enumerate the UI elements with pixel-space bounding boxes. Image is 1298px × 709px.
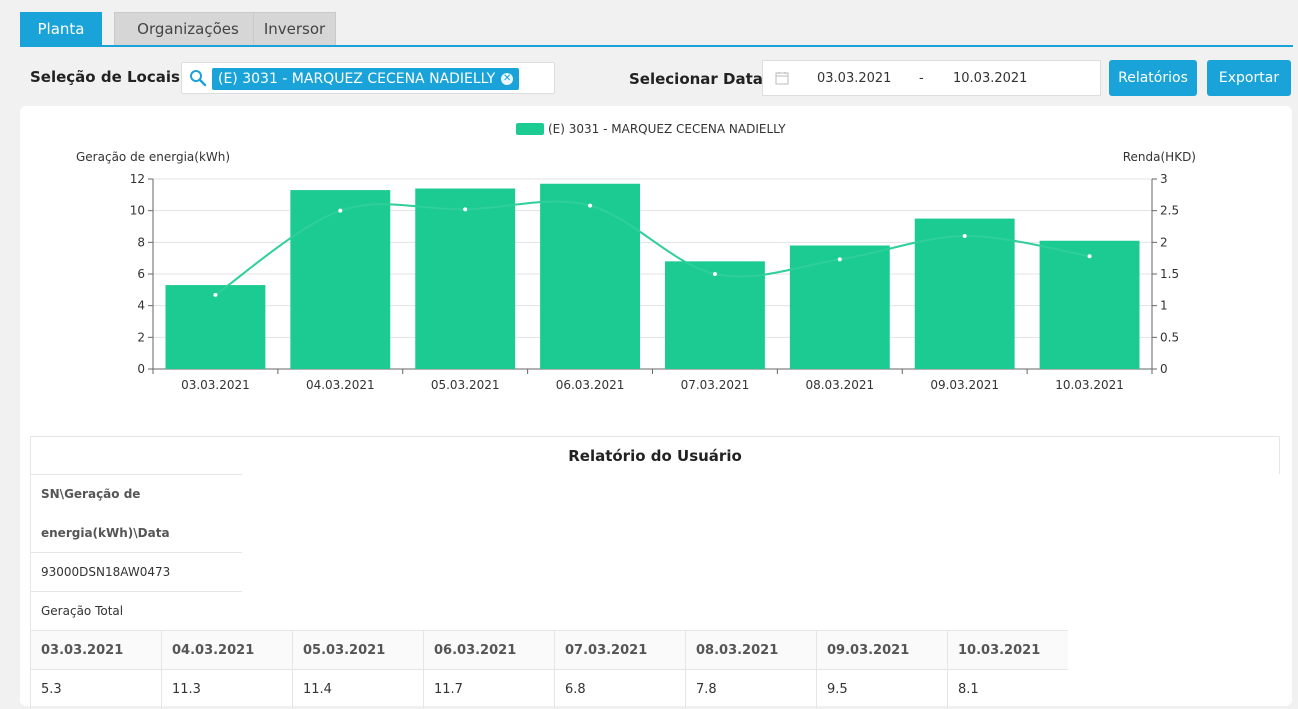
y-axis-right-title: Renda(HKD) — [1123, 150, 1196, 164]
report-date-header: 06.03.2021 — [423, 630, 554, 669]
y-tick-label-right: 0.5 — [1160, 330, 1179, 344]
calendar-icon — [775, 71, 789, 89]
y-tick-label-left: 6 — [137, 267, 145, 281]
selected-site-tag[interactable]: (E) 3031 - MARQUEZ CECENA NADIELLY ✕ — [212, 68, 520, 90]
report-card: (E) 3031 - MARQUEZ CECENA NADIELLY Geraçã… — [20, 106, 1292, 708]
export-button[interactable]: Exportar — [1207, 60, 1291, 96]
income-point — [712, 272, 717, 276]
bar — [1039, 240, 1140, 369]
report-value-cell: 6.8 — [554, 669, 685, 708]
income-point — [213, 292, 218, 297]
bar — [914, 218, 1015, 369]
date-start-input[interactable]: 03.03.2021 — [817, 71, 891, 86]
site-selector[interactable]: (E) 3031 - MARQUEZ CECENA NADIELLY ✕ — [181, 62, 555, 94]
report-header-line1: SN\Geração de — [41, 487, 141, 501]
income-point — [962, 234, 967, 238]
report-value-cell: 11.7 — [423, 669, 554, 708]
report-date-header: 04.03.2021 — [161, 630, 292, 669]
close-icon[interactable]: ✕ — [501, 73, 514, 85]
report-date-header: 10.03.2021 — [947, 630, 1068, 669]
income-point — [837, 257, 842, 262]
report-header-line2: energia(kWh)\Data — [41, 526, 170, 540]
legend-swatch — [516, 123, 544, 135]
total-generation-label: Geração Total — [30, 591, 242, 630]
tab-organizacoes[interactable]: Organizações — [114, 12, 262, 45]
tab-underline — [20, 45, 1293, 47]
bar — [789, 245, 890, 369]
income-point — [1087, 254, 1092, 259]
income-point — [338, 208, 343, 213]
serial-number-cell: 93000DSN18AW0473 — [30, 552, 242, 591]
x-tick-label: 03.03.2021 — [181, 378, 250, 392]
report-date-header: 07.03.2021 — [554, 630, 685, 669]
y-tick-label-left: 0 — [137, 362, 145, 376]
bar — [540, 183, 641, 369]
y-tick-label-right: 3 — [1160, 172, 1168, 186]
report-values-row: 5.3 11.3 11.4 11.7 6.8 7.8 9.5 8.1 — [30, 669, 1068, 708]
reports-button[interactable]: Relatórios — [1109, 60, 1197, 96]
y-tick-label-right: 2 — [1160, 235, 1168, 249]
bar — [664, 261, 765, 369]
energy-chart: (E) 3031 - MARQUEZ CECENA NADIELLY Geraçã… — [76, 122, 1196, 392]
date-range-picker[interactable]: 03.03.2021 - 10.03.2021 — [762, 60, 1101, 96]
report-title: Relatório do Usuário — [30, 436, 1280, 474]
report-value-cell: 5.3 — [30, 669, 161, 708]
date-select-label: Selecionar Data — [629, 70, 763, 88]
report-date-header: 08.03.2021 — [685, 630, 816, 669]
report-date-header: 03.03.2021 — [30, 630, 161, 669]
bar — [415, 188, 516, 369]
x-tick-label: 07.03.2021 — [681, 378, 750, 392]
report-value-cell: 9.5 — [816, 669, 947, 708]
bar — [290, 190, 391, 369]
legend-label: (E) 3031 - MARQUEZ CECENA NADIELLY — [548, 122, 786, 136]
y-axis-left-title: Geração de energia(kWh) — [76, 150, 230, 164]
y-tick-label-right: 2.5 — [1160, 204, 1179, 218]
tab-planta[interactable]: Planta — [20, 12, 102, 45]
x-tick-label: 05.03.2021 — [431, 378, 500, 392]
y-tick-label-right: 1.5 — [1160, 267, 1179, 281]
search-icon[interactable] — [189, 69, 207, 91]
report-value-cell: 11.4 — [292, 669, 423, 708]
bar — [165, 285, 266, 369]
y-tick-label-left: 4 — [137, 299, 145, 313]
report-date-header: 05.03.2021 — [292, 630, 423, 669]
date-end-input[interactable]: 10.03.2021 — [953, 71, 1027, 86]
report-date-header: 09.03.2021 — [816, 630, 947, 669]
x-tick-label: 10.03.2021 — [1055, 378, 1124, 392]
site-selection-label: Seleção de Locais — [30, 68, 180, 86]
report-value-cell: 8.1 — [947, 669, 1068, 708]
y-tick-label-left: 10 — [130, 204, 145, 218]
income-point — [463, 207, 468, 212]
report-dates-row: 03.03.2021 04.03.2021 05.03.2021 06.03.2021… — [30, 630, 1068, 669]
x-tick-label: 06.03.2021 — [556, 378, 625, 392]
y-tick-label-right: 1 — [1160, 299, 1168, 313]
selected-site-label: (E) 3031 - MARQUEZ CECENA NADIELLY — [218, 71, 496, 87]
x-tick-label: 08.03.2021 — [805, 378, 874, 392]
y-tick-label-left: 2 — [137, 330, 145, 344]
y-tick-label-left: 12 — [130, 172, 145, 186]
report-header-cell: SN\Geração de energia(kWh)\Data — [30, 474, 242, 552]
income-point — [588, 203, 593, 208]
date-separator: - — [919, 71, 924, 86]
x-tick-label: 04.03.2021 — [306, 378, 375, 392]
y-tick-label-right: 0 — [1160, 362, 1168, 376]
y-tick-label-left: 8 — [137, 235, 145, 249]
report-value-cell: 7.8 — [685, 669, 816, 708]
tab-inversor[interactable]: Inversor — [253, 12, 336, 45]
x-tick-label: 09.03.2021 — [930, 378, 999, 392]
report-value-cell: 11.3 — [161, 669, 292, 708]
